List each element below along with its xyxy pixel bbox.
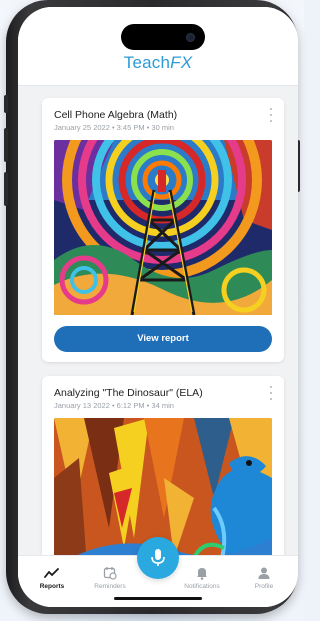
tab-reports[interactable]: Reports bbox=[24, 566, 80, 590]
more-options-icon[interactable] bbox=[268, 108, 274, 122]
calendar-clock-icon bbox=[82, 566, 138, 580]
report-card[interactable]: Cell Phone Algebra (Math) January 25 202… bbox=[42, 98, 284, 362]
volume-down-button bbox=[4, 172, 8, 206]
front-camera bbox=[186, 33, 195, 42]
app-logo: TeachFX bbox=[123, 53, 193, 72]
volume-up-button bbox=[4, 128, 8, 162]
report-card[interactable]: Analyzing "The Dinosaur" (ELA) January 1… bbox=[42, 376, 284, 555]
tab-profile[interactable]: Profile bbox=[236, 566, 292, 590]
report-title: Cell Phone Algebra (Math) bbox=[54, 109, 178, 121]
report-image-radio-tower bbox=[54, 140, 272, 315]
phone-frame: TeachFX Cell Phone Algebra (Math) Januar… bbox=[4, 0, 300, 614]
activity-line-icon bbox=[24, 566, 80, 580]
reports-feed[interactable]: Cell Phone Algebra (Math) January 25 202… bbox=[18, 85, 298, 555]
report-meta: January 25 2022 • 3:45 PM • 30 min bbox=[54, 123, 174, 132]
report-image-dinosaur bbox=[54, 418, 272, 555]
more-options-icon[interactable] bbox=[268, 386, 274, 400]
bell-icon bbox=[174, 566, 230, 580]
tab-notifications[interactable]: Notifications bbox=[174, 566, 230, 590]
view-report-button[interactable]: View report bbox=[54, 326, 272, 352]
report-title: Analyzing "The Dinosaur" (ELA) bbox=[54, 387, 203, 399]
home-indicator bbox=[114, 597, 202, 600]
tab-reminders[interactable]: Reminders bbox=[82, 566, 138, 590]
microphone-icon bbox=[150, 548, 166, 573]
mute-switch bbox=[4, 95, 8, 113]
report-meta: January 13 2022 • 6:12 PM • 34 min bbox=[54, 401, 174, 410]
record-button[interactable] bbox=[137, 537, 179, 579]
phone-screen: TeachFX Cell Phone Algebra (Math) Januar… bbox=[18, 7, 298, 607]
person-icon bbox=[236, 566, 292, 580]
